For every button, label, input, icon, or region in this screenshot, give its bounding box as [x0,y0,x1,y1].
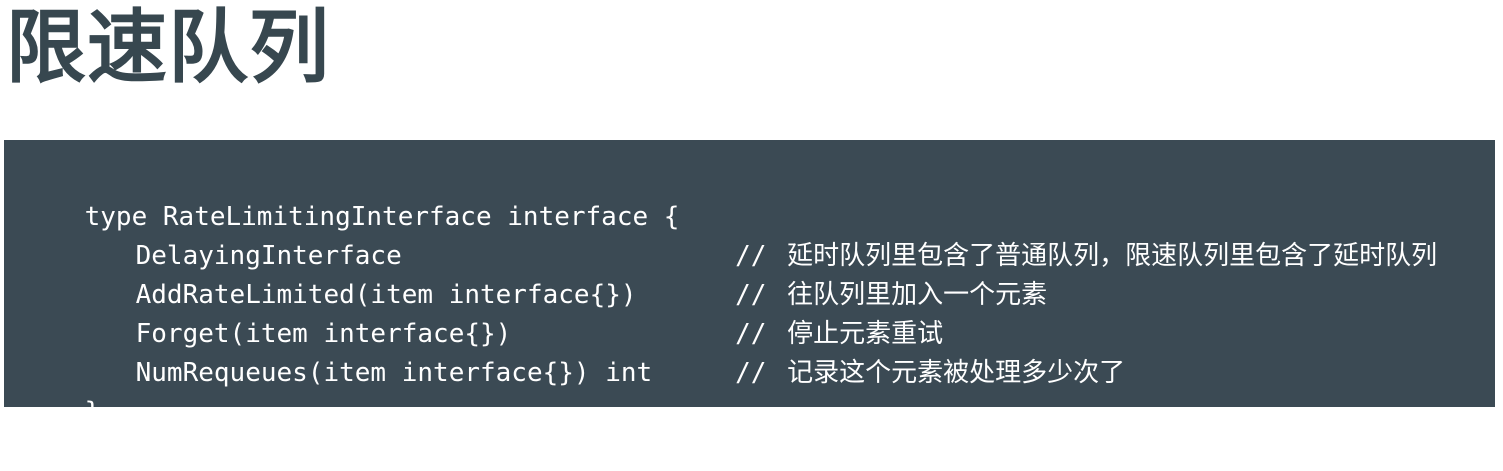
code-line-member: DelayingInterface [73,198,402,271]
comment-text: 记录这个元素被处理多少次了 [787,358,1126,388]
code-block: type RateLimitingInterface interface { D… [4,140,1495,427]
code-line-header: type RateLimitingInterface interface { [22,159,680,232]
code-line-footer: } [22,354,101,427]
code-line-member: NumRequeues(item interface{}) int [73,315,653,388]
code-comment: // 记录这个元素被处理多少次了 [702,315,1125,388]
code-line-member: AddRateLimited(item interface{}) [73,237,637,310]
code-line-member: Forget(item interface{}) [73,276,512,349]
page-title: 限速队列 [6,1,330,94]
code-comment: //延时队列里包含了普通队列，限速队列里包含了延时队列 [702,198,1437,271]
code-comment: //往队列里加入一个元素 [702,237,1047,310]
code-comment: //停止元素重试 [702,276,943,349]
closing-brace: } [84,397,101,427]
comment-marker: // [735,358,767,388]
member-signature: NumRequeues(item interface{}) int [135,358,653,388]
